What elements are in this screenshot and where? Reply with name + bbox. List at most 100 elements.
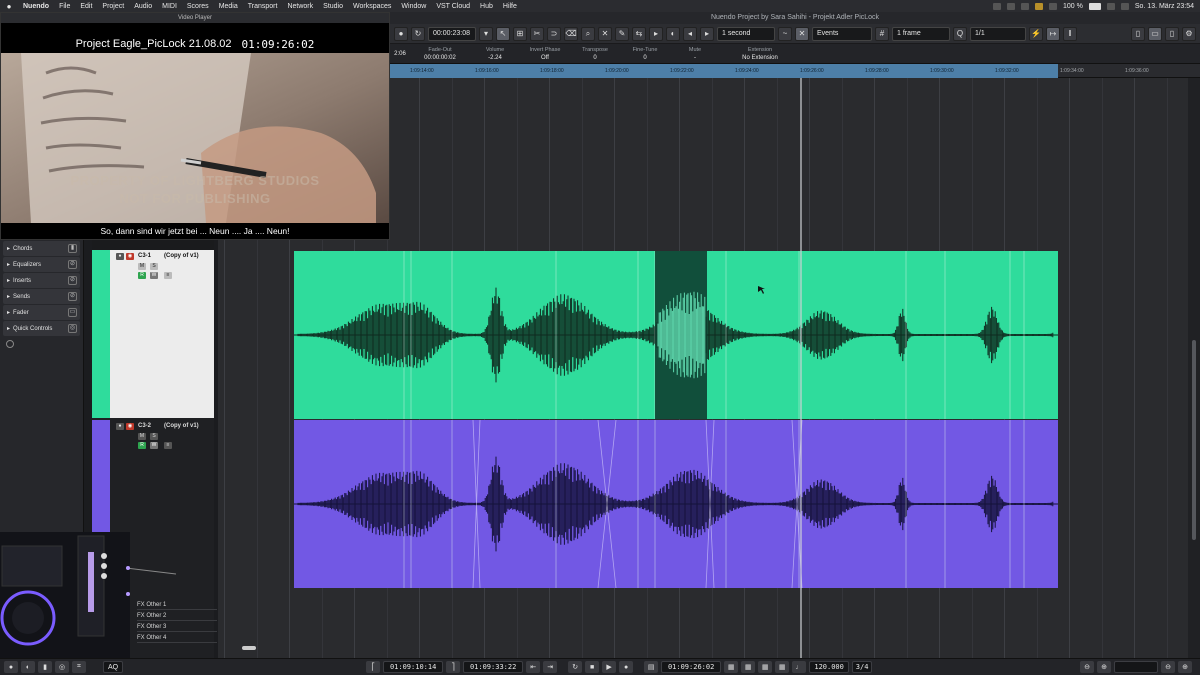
snap-icon[interactable]: ~ [778,26,792,41]
draw-tool-icon[interactable]: ✎ [615,26,629,41]
zoom-out-icon[interactable]: ⊖ [1080,661,1094,673]
flag-icon[interactable] [1034,2,1043,10]
marker-icon[interactable]: ▦ [724,661,739,673]
left-locator-icon[interactable]: ⎡ [366,661,381,673]
menu-vst-cloud[interactable]: VST Cloud [431,3,475,10]
vertical-zoom-in-icon[interactable]: ⊕ [1178,661,1192,673]
control-center-icon[interactable] [1120,2,1129,10]
fx-lane[interactable]: FX Other 4 [137,633,217,643]
marker-icon[interactable]: ▦ [741,661,756,673]
video-player-window[interactable]: Video Player Project Eagle_PicLock 21.08… [0,12,390,240]
activate-project-icon[interactable]: ● [4,661,18,673]
vertical-scrollbar[interactable] [1188,78,1200,658]
inspector-section-chords[interactable]: ▸ Chords ▮ [3,241,80,256]
menu-project[interactable]: Project [97,3,129,10]
menu-workspaces[interactable]: Workspaces [348,3,396,10]
left-locator[interactable]: 01:09:10:14 [383,661,444,673]
status-icon[interactable] [992,2,1001,10]
lane-toggle-icon[interactable]: ≡ [164,442,172,449]
record-enable-icon[interactable]: ● [116,423,124,430]
signature-display[interactable]: 3/4 [852,661,873,673]
info-field[interactable]: Transpose 0 [570,44,620,63]
time-warp-tool-icon[interactable]: ⇆ [632,26,646,41]
cycle-icon[interactable]: ↻ [568,661,583,673]
nudge-left-icon[interactable]: ◂ [683,26,697,41]
record-enable-icon[interactable]: ● [116,253,124,260]
play-icon[interactable]: ▶ [602,661,617,673]
position-display[interactable]: 01:09:26:02 [661,661,722,673]
constrain-delay-icon[interactable]: ◐ [21,661,35,673]
inspector-add-icon[interactable] [6,340,14,348]
inspector-section-equalizers[interactable]: ▸ Equalizers ⊘ [3,257,80,272]
write-automation-button[interactable]: W [150,272,158,279]
timecode-menu-icon[interactable]: ▾ [479,26,493,41]
wifi-icon[interactable] [1048,2,1057,10]
mute-button[interactable]: M [138,263,146,270]
menu-edit[interactable]: Edit [75,3,97,10]
write-automation-button[interactable]: W [150,442,158,449]
nudge-right-icon[interactable]: ▸ [700,26,714,41]
track-c3-1[interactable]: ● ◉ C3-1 (Copy of v1) M S R W ≡ [92,250,214,418]
track-c3-2[interactable]: ● ◉ C3-2 (Copy of v1) M S R W ≡ [92,420,214,588]
play-tool-icon[interactable]: ▸ [649,26,663,41]
go-to-end-icon[interactable]: ⇥ [543,661,558,673]
fader-icon[interactable]: ▭ [68,308,77,317]
marker-icon[interactable]: ▦ [775,661,790,673]
monitor-icon[interactable]: ◉ [126,423,134,430]
aq-indicator[interactable]: AQ [103,661,124,673]
menu-hilfe[interactable]: Hilfe [498,3,522,10]
vertical-scroll-thumb[interactable] [1192,340,1196,540]
iq-icon[interactable]: ⚡ [1029,26,1043,41]
timecode-display[interactable]: 00:00:23:08 [428,26,476,41]
mute-tool-icon[interactable]: ✕ [598,26,612,41]
record-icon[interactable]: ● [619,661,634,673]
menu-hub[interactable]: Hub [475,3,498,10]
menu-audio[interactable]: Audio [129,3,157,10]
track-name[interactable]: C3-1 [138,253,151,259]
quantize-select[interactable]: 1/1 [970,26,1026,41]
nudge-select[interactable]: 1 second [717,26,775,41]
track-color-bar[interactable] [92,420,110,588]
snap-mode-select[interactable]: Events [812,26,872,41]
fx-lane[interactable]: FX Other 2 [137,611,217,621]
color-tool-icon[interactable]: ◐ [666,26,680,41]
erase-tool-icon[interactable]: ⌫ [564,26,578,41]
vertical-zoom-icon[interactable]: ⊖ [1161,661,1175,673]
menu-window[interactable]: Window [396,3,431,10]
track-color-bar[interactable] [92,250,110,418]
mute-button[interactable]: M [138,433,146,440]
apple-icon[interactable]: ● [0,2,18,11]
fx-lane[interactable]: FX Other 3 [137,622,217,632]
menu-media[interactable]: Media [214,3,243,10]
lower-zone-icon[interactable]: ▭ [1148,26,1162,41]
right-locator[interactable]: 01:09:33:22 [463,661,524,673]
tempo-track-icon[interactable]: ◎ [55,661,69,673]
go-to-start-icon[interactable]: ⇤ [526,661,541,673]
chords-icon[interactable]: ▮ [68,244,77,253]
menu-file[interactable]: File [54,3,75,10]
menu-scores[interactable]: Scores [182,3,214,10]
menu-app[interactable]: Nuendo [18,3,54,10]
auto-scroll-icon[interactable]: ↦ [1046,26,1060,41]
info-field[interactable]: Fine-Tune 0 [620,44,670,63]
settings-icon[interactable]: ⚙ [1182,26,1196,41]
audio-event-c3-2[interactable] [294,419,1058,589]
info-field[interactable]: Extension No Extension [720,44,800,63]
marker-icon[interactable]: ▦ [758,661,773,673]
left-zone-icon[interactable]: ▯ [1131,26,1145,41]
inspector-section-fader[interactable]: ▸ Fader ▭ [3,305,80,320]
right-locator-icon[interactable]: ⎤ [446,661,461,673]
clock[interactable]: So. 13. März 23:54 [1135,3,1194,10]
zoom-slider[interactable] [1114,661,1158,673]
performance-meter-icon[interactable]: ▮ [38,661,52,673]
snap-toggle-icon[interactable]: ✕ [795,26,809,41]
right-zone-icon[interactable]: ▯ [1165,26,1179,41]
menu-studio[interactable]: Studio [318,3,348,10]
inserts-bypass-icon[interactable]: ⊘ [68,276,77,285]
horizontal-scroll-thumb[interactable] [242,646,256,650]
time-display-icon[interactable]: ▤ [644,661,659,673]
lane-toggle-icon[interactable]: ≡ [164,272,172,279]
quick-controls-icon[interactable]: ◎ [68,324,77,333]
solo-button[interactable]: S [150,433,158,440]
cycle-button[interactable]: ↻ [411,26,425,41]
